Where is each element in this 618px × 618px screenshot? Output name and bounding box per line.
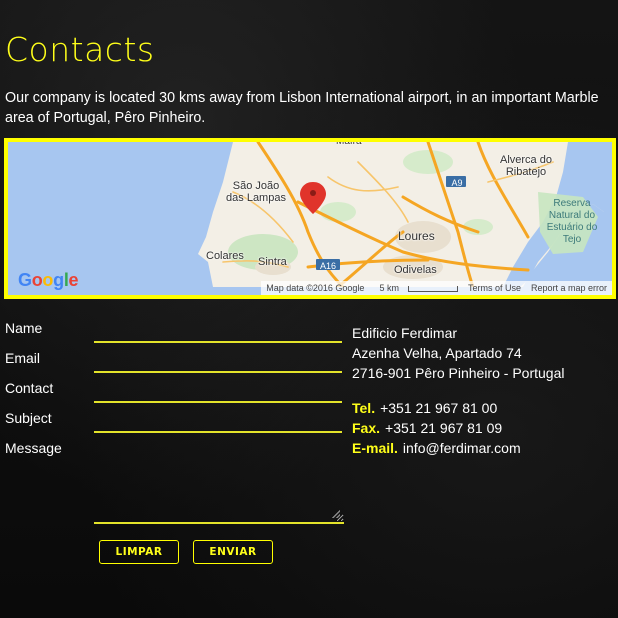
map-report-link[interactable]: Report a map error xyxy=(526,283,612,293)
fax-value: +351 21 967 81 09 xyxy=(385,420,503,436)
send-button[interactable]: ENVIAR xyxy=(193,540,273,564)
company-name: Edificio Ferdimar xyxy=(352,325,458,341)
map-scale: 5 km xyxy=(369,283,463,293)
road-label-a16: A16 xyxy=(319,261,336,271)
clear-button[interactable]: LIMPAR xyxy=(99,540,179,564)
email-link[interactable]: info@ferdimar.com xyxy=(403,440,521,456)
map-place-reserva: Reserva Natural do Estuário do Tejo xyxy=(546,198,598,245)
textarea-resize-handle[interactable] xyxy=(332,510,340,518)
name-input[interactable] xyxy=(94,341,342,343)
intro-text: Our company is located 30 kms away from … xyxy=(5,90,599,126)
email-input[interactable] xyxy=(94,371,342,373)
location-map[interactable]: A9 A16 Mafra Alverca do Ribatejo São Joã… xyxy=(4,138,616,299)
fax-line: Fax. +351 21 967 81 09 xyxy=(352,420,502,436)
scale-bar xyxy=(407,285,458,292)
subject-label: Subject xyxy=(5,410,52,426)
map-place-loures: Loures xyxy=(398,229,435,243)
fax-label: Fax. xyxy=(352,420,381,436)
road-label-a9: A9 xyxy=(451,178,463,188)
message-label: Message xyxy=(5,440,62,456)
map-terms-link[interactable]: Terms of Use xyxy=(463,283,526,293)
postal-address: 2716-901 Pêro Pinheiro - Portugal xyxy=(352,365,565,381)
contact-label: Contact xyxy=(5,380,54,396)
contact-input[interactable] xyxy=(94,401,342,403)
map-place-odivelas: Odivelas xyxy=(394,264,437,276)
tel-label: Tel. xyxy=(352,400,376,416)
street-address: Azenha Velha, Apartado 74 xyxy=(352,345,522,361)
email-label: Email xyxy=(5,350,41,366)
map-data-attribution: Map data ©2016 Google xyxy=(266,283,365,293)
email-line: E-mail. info@ferdimar.com xyxy=(352,440,521,456)
page-title: Contacts xyxy=(5,30,155,69)
message-textarea[interactable] xyxy=(94,450,344,524)
google-logo[interactable]: Google xyxy=(18,270,79,291)
map-place-colares: Colares xyxy=(206,250,244,262)
tel-value: +351 21 967 81 00 xyxy=(380,400,498,416)
name-label: Name xyxy=(5,320,43,336)
map-place-sintra: Sintra xyxy=(258,256,287,268)
map-place-sao-joao: São João das Lampas xyxy=(226,180,286,204)
map-footer: Map data ©2016 Google 5 km Terms of Use … xyxy=(261,281,612,295)
subject-input[interactable] xyxy=(94,431,342,433)
email-contact-label: E-mail. xyxy=(352,440,398,456)
map-place-alverca: Alverca do Ribatejo xyxy=(500,154,552,178)
map-place-mafra: Mafra xyxy=(336,138,362,147)
phone-line: Tel. +351 21 967 81 00 xyxy=(352,400,497,416)
